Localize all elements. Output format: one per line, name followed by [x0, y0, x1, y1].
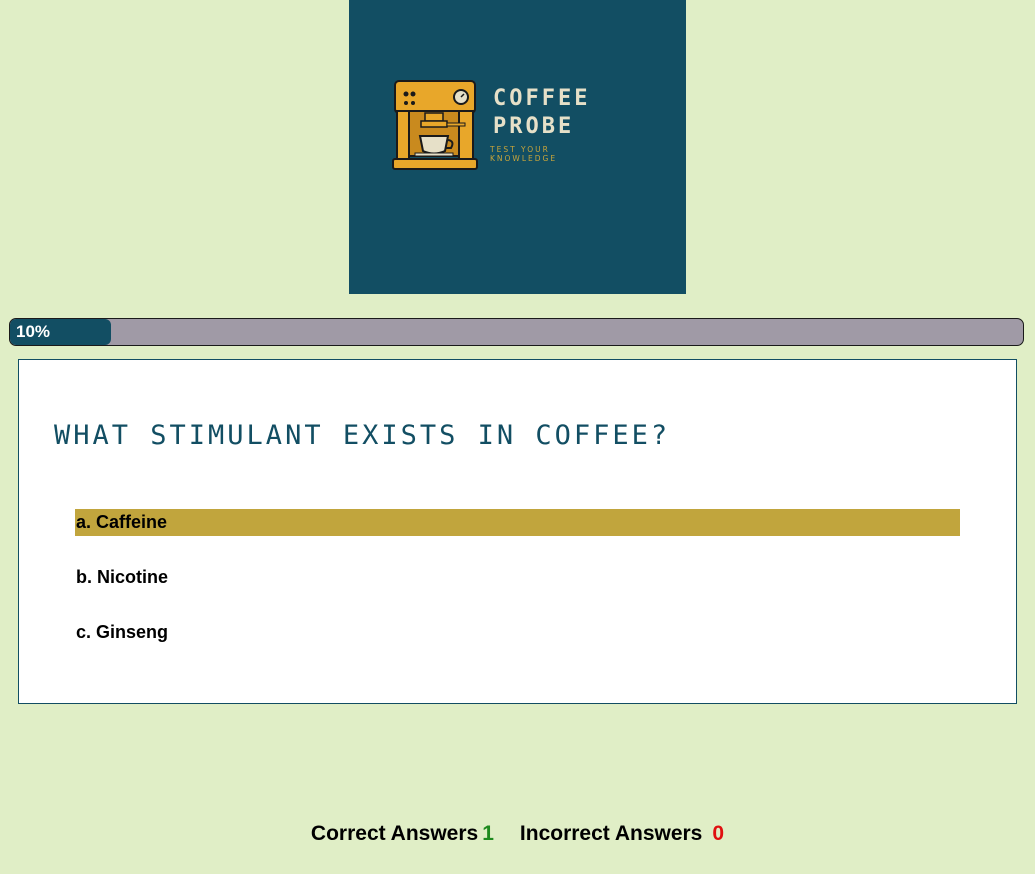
quiz-page: COFFEE PROBE TEST YOUR KNOWLEDGE 10% Wha… — [0, 0, 1035, 874]
logo-word-probe: PROBE — [493, 114, 575, 139]
incorrect-answers-label: Incorrect Answers — [519, 822, 703, 845]
answer-option-a[interactable]: a. Caffeine — [75, 509, 960, 536]
logo-tagline: TEST YOUR KNOWLEDGE — [490, 145, 558, 163]
logo-word-coffee: COFFEE — [493, 86, 591, 111]
answer-option-b[interactable]: b. Nicotine — [75, 564, 960, 591]
question-text: What stimulant exists in coffee? — [54, 420, 671, 451]
progress-label: 10% — [16, 322, 51, 341]
answer-option-c[interactable]: c. Ginseng — [75, 619, 960, 646]
progress-bar: 10% — [9, 318, 1024, 346]
score-summary: Correct Answers 1 Incorrect Answers 0 — [0, 822, 1035, 846]
correct-answers-count: 1 — [482, 822, 494, 845]
coffee-probe-logo: COFFEE PROBE TEST YOUR KNOWLEDGE — [349, 0, 686, 294]
incorrect-answers-count: 0 — [712, 822, 725, 845]
correct-answers-label: Correct Answers — [310, 822, 479, 845]
question-card: What stimulant exists in coffee? a. Caff… — [18, 359, 1017, 704]
